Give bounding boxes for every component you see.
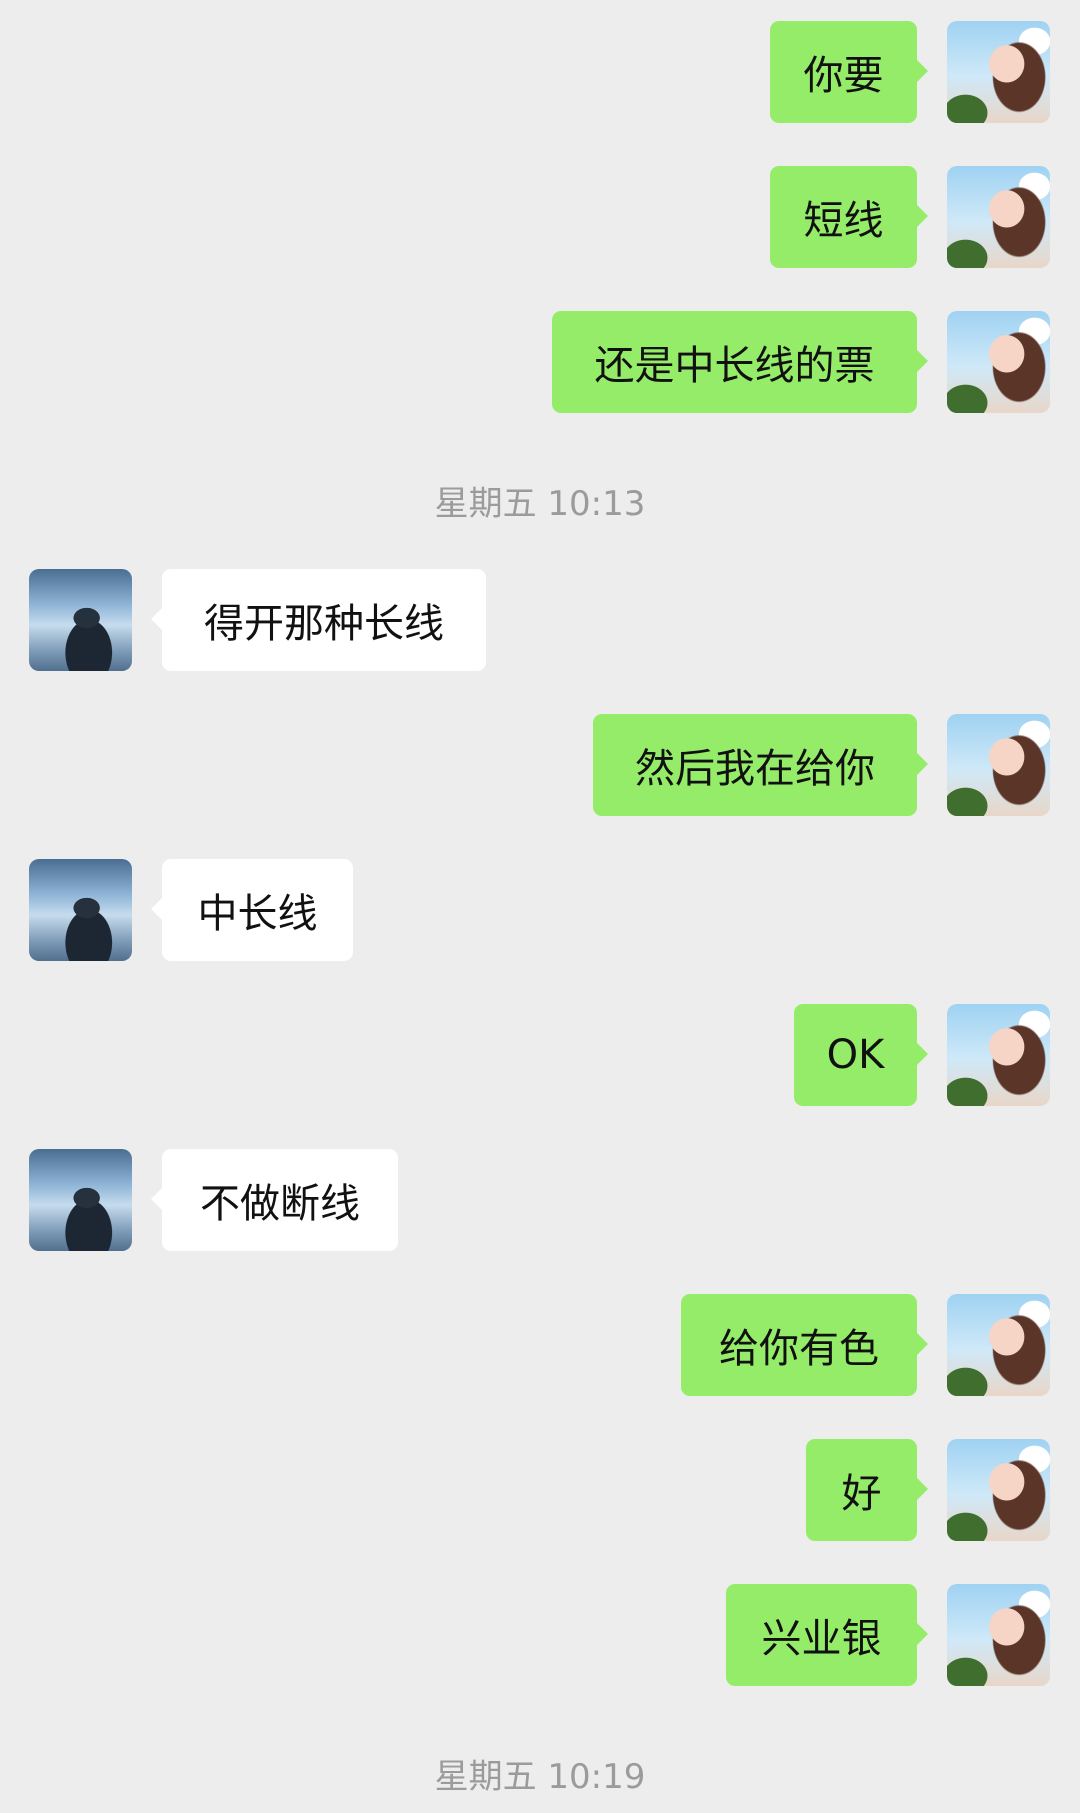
message-text: 还是中长线的票 xyxy=(594,343,875,389)
message-bubble[interactable]: 你要 xyxy=(770,21,928,123)
message-row-outgoing: OK xyxy=(0,1004,1080,1106)
message-bubble[interactable]: 兴业银 xyxy=(726,1584,928,1686)
avatar[interactable] xyxy=(947,714,1050,816)
message-text: 不做断线 xyxy=(200,1181,360,1227)
message-row-incoming: 中长线 xyxy=(0,859,1080,961)
message-bubble[interactable]: 然后我在给你 xyxy=(593,714,928,816)
timestamp: 星期五 10:13 xyxy=(434,484,646,524)
message-row-incoming: 得开那种长线 xyxy=(0,569,1080,671)
message-text: 得开那种长线 xyxy=(204,601,444,647)
message-text: 中长线 xyxy=(197,891,318,937)
message-row-outgoing: 兴业银 xyxy=(0,1584,1080,1686)
message-text: 兴业银 xyxy=(761,1616,882,1662)
message-bubble[interactable]: OK xyxy=(794,1004,928,1106)
message-text: 短线 xyxy=(803,198,884,244)
avatar[interactable] xyxy=(947,1439,1050,1541)
message-row-outgoing: 还是中长线的票 xyxy=(0,311,1080,413)
message-row-outgoing: 然后我在给你 xyxy=(0,714,1080,816)
avatar[interactable] xyxy=(947,166,1050,268)
message-text: 给你有色 xyxy=(719,1326,879,1372)
avatar[interactable] xyxy=(947,1294,1050,1396)
message-row-outgoing: 你要 xyxy=(0,21,1080,123)
avatar[interactable] xyxy=(947,1004,1050,1106)
message-row-outgoing: 短线 xyxy=(0,166,1080,268)
message-bubble[interactable]: 还是中长线的票 xyxy=(552,311,928,413)
message-text: 然后我在给你 xyxy=(635,746,875,792)
message-row-incoming: 不做断线 xyxy=(0,1149,1080,1251)
avatar[interactable] xyxy=(29,859,132,961)
message-bubble[interactable]: 中长线 xyxy=(151,859,353,961)
message-bubble[interactable]: 得开那种长线 xyxy=(151,569,486,671)
message-text: 好 xyxy=(841,1471,882,1517)
avatar[interactable] xyxy=(29,1149,132,1251)
message-bubble[interactable]: 短线 xyxy=(770,166,928,268)
message-text: OK xyxy=(826,1032,885,1078)
message-row-outgoing: 给你有色 xyxy=(0,1294,1080,1396)
timestamp: 星期五 10:19 xyxy=(434,1757,646,1797)
avatar[interactable] xyxy=(947,21,1050,123)
avatar[interactable] xyxy=(947,311,1050,413)
avatar[interactable] xyxy=(29,569,132,671)
message-row-outgoing: 好 xyxy=(0,1439,1080,1541)
message-bubble[interactable]: 好 xyxy=(806,1439,928,1541)
message-bubble[interactable]: 不做断线 xyxy=(151,1149,398,1251)
avatar[interactable] xyxy=(947,1584,1050,1686)
message-text: 你要 xyxy=(803,53,884,99)
message-bubble[interactable]: 给你有色 xyxy=(681,1294,928,1396)
